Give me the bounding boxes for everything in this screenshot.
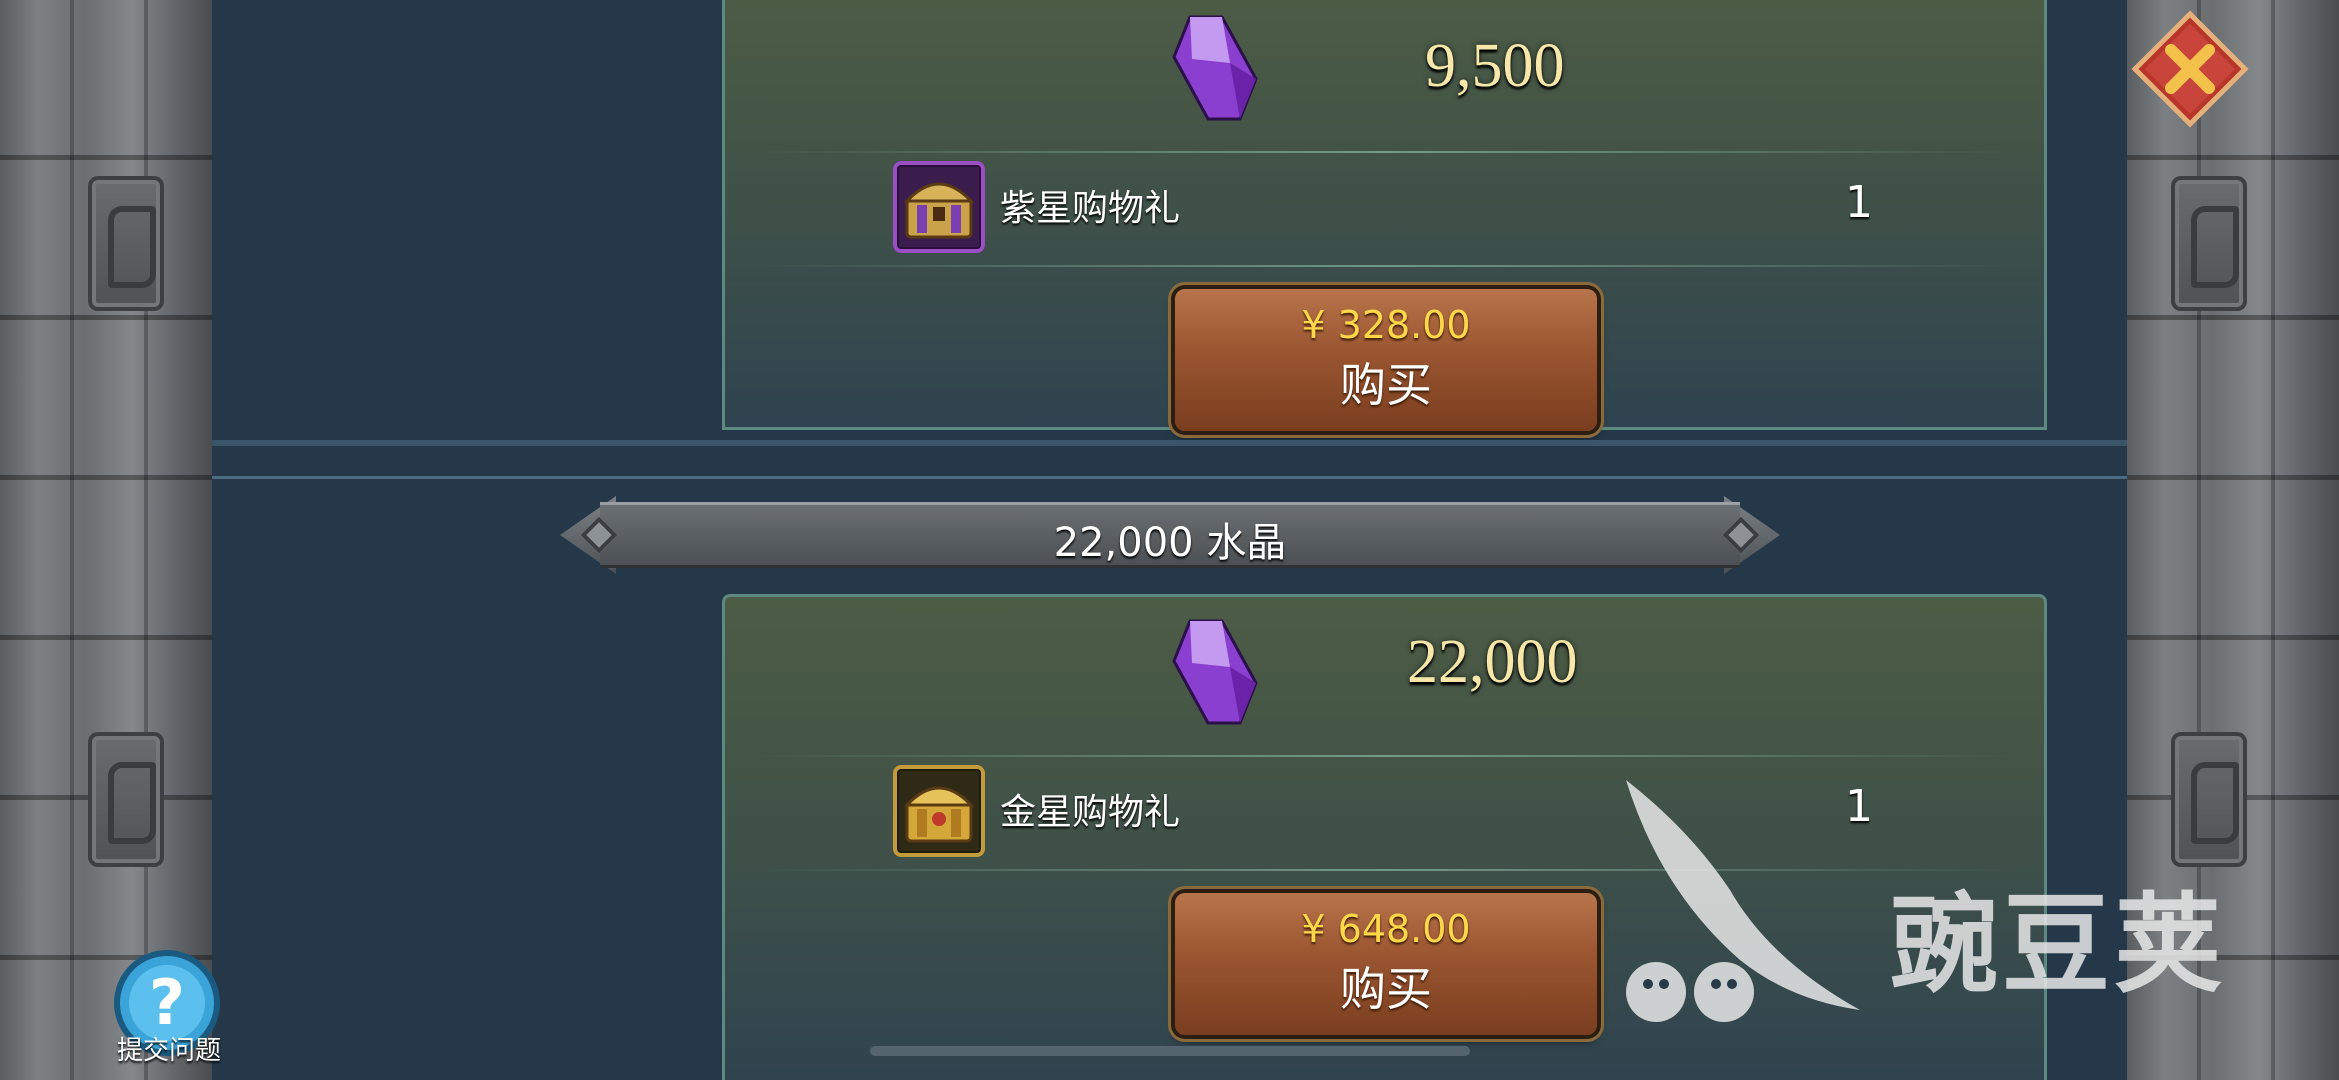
left-stone-frame <box>0 0 212 1080</box>
section-rail <box>212 476 2127 479</box>
crystal-amount: 22,000 <box>1407 628 1578 696</box>
close-icon <box>2131 10 2249 128</box>
home-indicator[interactable] <box>870 1046 1470 1056</box>
divider <box>755 755 2014 757</box>
divider <box>755 151 2014 153</box>
svg-text:?: ? <box>149 966 185 1039</box>
tier-banner: 22,000 水晶 <box>560 496 1780 574</box>
gold-treasure-chest-icon <box>893 765 985 857</box>
buy-button[interactable]: ¥ 648.00 购买 <box>1175 893 1597 1035</box>
item-name: 金星购物礼 <box>1000 792 1181 833</box>
purple-treasure-chest-icon <box>893 161 985 253</box>
divider <box>755 265 2014 267</box>
close-button[interactable] <box>2131 10 2249 128</box>
section-rail <box>212 440 2127 446</box>
pea-pod-icon <box>1626 780 1860 1022</box>
rune-ornament <box>88 176 164 311</box>
purple-crystal-icon <box>1172 15 1258 121</box>
item-name: 紫星购物礼 <box>1000 188 1181 229</box>
tier-banner-label: 22,000 水晶 <box>1053 520 1287 566</box>
crystal-amount: 9,500 <box>1425 32 1565 100</box>
buy-label: 购买 <box>1340 358 1432 412</box>
rune-ornament <box>2171 176 2247 311</box>
watermark-text: 豌豆荚 <box>1890 883 2227 1008</box>
buy-button[interactable]: ¥ 328.00 购买 <box>1175 289 1597 431</box>
buy-label: 购买 <box>1340 962 1432 1016</box>
price-label: ¥ 648.00 <box>1301 907 1471 951</box>
rune-ornament <box>2171 732 2247 867</box>
price-label: ¥ 328.00 <box>1301 303 1471 347</box>
offer-panel: 9,500 紫星购物礼 1 ¥ 328.00 购买 <box>722 0 2047 431</box>
rune-ornament <box>88 732 164 867</box>
item-quantity: 1 <box>1845 177 1873 228</box>
purple-crystal-icon <box>1172 619 1258 725</box>
help-label: 提交问题 <box>116 1036 221 1066</box>
